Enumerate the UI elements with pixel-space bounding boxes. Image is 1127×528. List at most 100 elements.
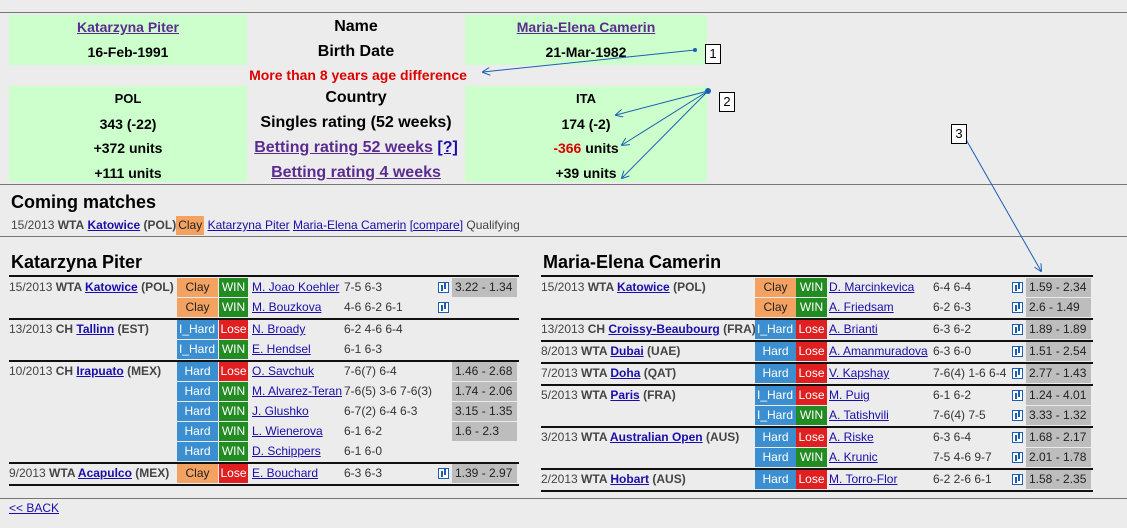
right-tournament-link[interactable]: Hobart xyxy=(610,472,649,486)
left-opponent-link[interactable]: N. Broady xyxy=(252,320,305,339)
right-odds: 1.59 - 2.34 xyxy=(1026,278,1091,297)
right-opponent-link[interactable]: V. Kapshay xyxy=(829,364,889,383)
left-score: 6-2 4-6 6-4 xyxy=(344,322,403,336)
right-event-divider xyxy=(541,490,1093,492)
left-odds: 1.39 - 2.97 xyxy=(452,464,517,483)
left-surface-cell: I_Hard xyxy=(177,340,218,359)
left-tournament-link[interactable]: Tallinn xyxy=(76,322,114,336)
right-result-cell: Lose xyxy=(796,428,827,447)
left-result-cell: WIN xyxy=(219,442,248,461)
left-odds: 3.15 - 1.35 xyxy=(452,402,517,421)
arrow-2c xyxy=(622,90,709,178)
chart-icon[interactable] xyxy=(1012,410,1023,421)
left-event-label: 13/2013 CH Tallinn (EST) xyxy=(9,322,149,336)
right-surface-cell: Clay xyxy=(755,298,796,317)
left-opponent-link[interactable]: M. Bouzkova xyxy=(252,298,321,317)
left-tournament-link[interactable]: Irapuato xyxy=(76,364,123,378)
chart-icon[interactable] xyxy=(438,282,449,293)
left-odds: 3.22 - 1.34 xyxy=(452,278,517,297)
left-result-cell: Lose xyxy=(219,362,248,381)
chart-icon[interactable] xyxy=(1012,282,1023,293)
right-opponent-link[interactable]: A. Amanmuradova xyxy=(829,342,928,361)
left-opponent-link[interactable]: D. Schippers xyxy=(252,442,321,461)
right-result-cell: Lose xyxy=(796,364,827,383)
right-opponent-link[interactable]: A. Friedsam xyxy=(829,298,894,317)
left-opponent-link[interactable]: M. Joao Koehler xyxy=(252,278,339,297)
right-event-label: 13/2013 CH Croissy-Beaubourg (FRA) xyxy=(541,322,756,336)
right-tournament-link[interactable]: Dubai xyxy=(610,344,643,358)
left-surface-cell: Hard xyxy=(177,382,218,401)
right-surface-cell: I_Hard xyxy=(755,386,796,405)
left-event-label: 10/2013 CH Irapuato (MEX) xyxy=(9,364,162,378)
right-score: 6-4 6-4 xyxy=(933,280,972,294)
left-surface-cell: Clay xyxy=(177,298,218,317)
left-opponent-link[interactable]: J. Glushko xyxy=(252,402,309,421)
right-opponent-link[interactable]: A. Tatishvili xyxy=(829,406,889,425)
left-score: 6-1 6-0 xyxy=(344,444,383,458)
left-opponent-link[interactable]: L. Wienerova xyxy=(252,422,323,441)
left-opponent-link[interactable]: E. Hendsel xyxy=(252,340,311,359)
right-score: 6-1 6-2 xyxy=(933,388,972,402)
chart-icon[interactable] xyxy=(1012,474,1023,485)
right-opponent-link[interactable]: D. Marcinkevica xyxy=(829,278,914,297)
left-result-cell: Lose xyxy=(219,320,248,339)
left-result-cell: Lose xyxy=(219,464,248,483)
chart-icon[interactable] xyxy=(438,468,449,479)
left-surface-cell: Hard xyxy=(177,442,218,461)
chart-icon[interactable] xyxy=(1012,302,1023,313)
right-opponent-link[interactable]: M. Puig xyxy=(829,386,870,405)
left-opponent-link[interactable]: E. Bouchard xyxy=(252,464,318,483)
right-tournament-link[interactable]: Australian Open xyxy=(610,430,703,444)
right-event-label: 8/2013 WTA Dubai (UAE) xyxy=(541,344,681,358)
left-result-cell: WIN xyxy=(219,402,248,421)
right-event-label: 2/2013 WTA Hobart (AUS) xyxy=(541,472,686,486)
chart-icon[interactable] xyxy=(1012,368,1023,379)
right-odds: 1.68 - 2.17 xyxy=(1026,428,1091,447)
chart-icon[interactable] xyxy=(438,302,449,313)
left-opponent-link[interactable]: O. Savchuk xyxy=(252,362,314,381)
right-opponent-link[interactable]: M. Torro-Flor xyxy=(829,470,897,489)
left-score: 7-6(5) 3-6 7-6(3) xyxy=(344,384,433,398)
chart-icon[interactable] xyxy=(1012,432,1023,443)
right-tournament-link[interactable]: Katowice xyxy=(617,280,670,294)
right-score: 7-6(4) 1-6 6-4 xyxy=(933,366,1007,380)
left-tournament-link[interactable]: Katowice xyxy=(85,280,138,294)
chart-icon[interactable] xyxy=(1012,324,1023,335)
left-odds: 1.6 - 2.3 xyxy=(452,422,517,441)
left-score: 7-6(7) 6-4 xyxy=(344,364,397,378)
left-event-label: 15/2013 WTA Katowice (POL) xyxy=(9,280,174,294)
right-tournament-link[interactable]: Paris xyxy=(610,388,639,402)
left-result-cell: WIN xyxy=(219,298,248,317)
left-score: 6-3 6-3 xyxy=(344,466,383,480)
right-result-cell: Lose xyxy=(796,386,827,405)
left-odds: 1.74 - 2.06 xyxy=(452,382,517,401)
marker-2: 2 xyxy=(719,92,735,112)
right-result-cell: WIN xyxy=(796,298,827,317)
left-result-cell: WIN xyxy=(219,422,248,441)
left-score: 6-7(2) 6-4 6-3 xyxy=(344,404,418,418)
right-tournament-link[interactable]: Croissy-Beaubourg xyxy=(608,322,719,336)
right-odds: 1.24 - 4.01 xyxy=(1026,386,1091,405)
right-surface-cell: Hard xyxy=(755,364,796,383)
chart-icon[interactable] xyxy=(1012,390,1023,401)
right-score: 6-3 6-2 xyxy=(933,322,972,336)
right-surface-cell: I_Hard xyxy=(755,406,796,425)
right-table-top-rule xyxy=(541,275,1093,277)
left-opponent-link[interactable]: M. Alvarez-Teran xyxy=(252,382,342,401)
right-opponent-link[interactable]: A. Brianti xyxy=(829,320,878,339)
right-odds: 1.51 - 2.54 xyxy=(1026,342,1091,361)
chart-icon[interactable] xyxy=(1012,346,1023,357)
right-opponent-link[interactable]: A. Krunic xyxy=(829,448,878,467)
left-surface-cell: Hard xyxy=(177,402,218,421)
left-tournament-link[interactable]: Acapulco xyxy=(78,466,132,480)
right-surface-cell: Hard xyxy=(755,448,796,467)
left-event-label: 9/2013 WTA Acapulco (MEX) xyxy=(9,466,170,480)
right-odds: 2.77 - 1.43 xyxy=(1026,364,1091,383)
right-opponent-link[interactable]: A. Riske xyxy=(829,428,874,447)
right-score: 6-2 2-6 6-1 xyxy=(933,472,992,486)
right-event-label: 3/2013 WTA Australian Open (AUS) xyxy=(541,430,740,444)
right-tournament-link[interactable]: Doha xyxy=(610,366,640,380)
right-odds: 1.89 - 1.89 xyxy=(1026,320,1091,339)
left-score: 7-5 6-3 xyxy=(344,280,383,294)
chart-icon[interactable] xyxy=(1012,452,1023,463)
